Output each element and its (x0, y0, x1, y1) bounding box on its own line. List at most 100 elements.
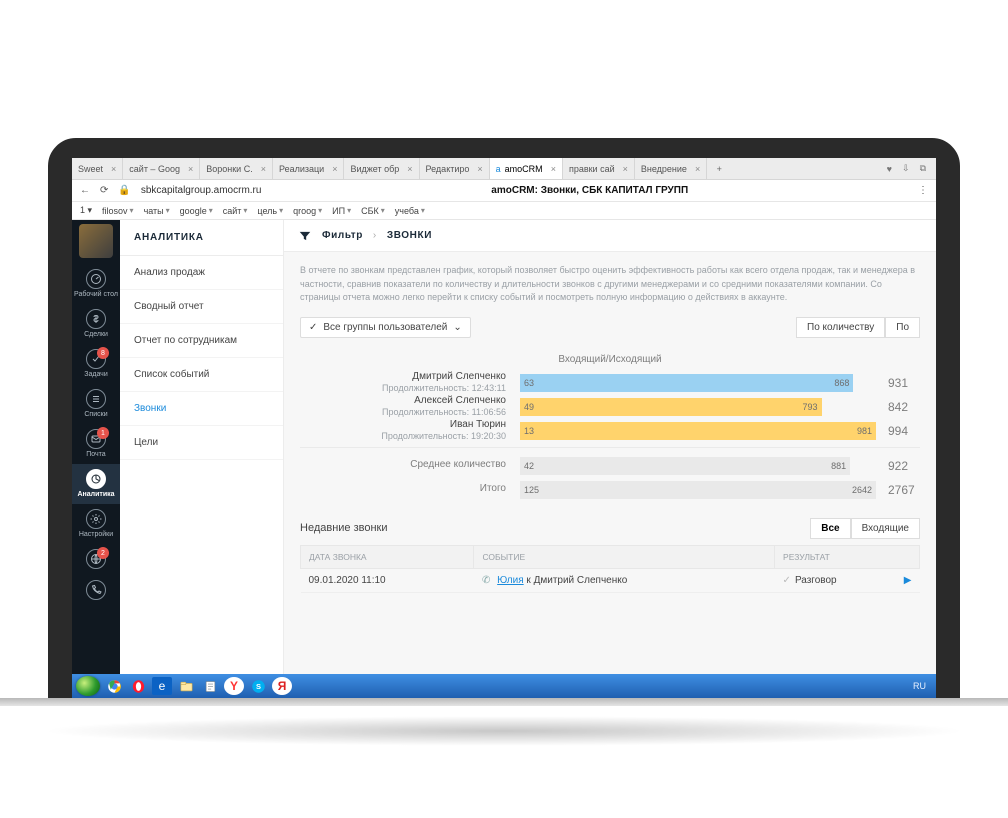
rail-analytics[interactable]: Аналитика (72, 464, 120, 504)
filter-label[interactable]: Фильтр (322, 230, 363, 241)
subnav-item[interactable]: Отчет по сотрудникам (120, 324, 283, 358)
bookmark-item[interactable]: СБК▾ (361, 206, 385, 216)
chart-row: Алексей СлепченкоПродолжительность: 11:0… (300, 395, 920, 419)
close-icon[interactable]: × (477, 164, 482, 174)
yandex-icon[interactable]: Y (224, 677, 244, 695)
tab-4[interactable]: Виджет обр× (344, 158, 419, 179)
section-title: ЗВОНКИ (387, 230, 432, 241)
report-description: В отчете по звонкам представлен график, … (284, 252, 936, 313)
bookmark-item[interactable]: чаты▾ (144, 206, 170, 216)
recent-calls-title: Недавние звонки (300, 522, 388, 534)
skype-icon[interactable]: S (248, 677, 268, 695)
bookmark-count[interactable]: 1 ▾ (80, 205, 92, 216)
opera-icon[interactable] (128, 677, 148, 695)
app-rail: Рабочий стол Сделки 8 Задачи Списки (72, 220, 120, 674)
tab-0[interactable]: Sweet× (72, 158, 123, 179)
tab-all[interactable]: Все (810, 518, 850, 539)
subnav-item[interactable]: Список событий (120, 358, 283, 392)
play-icon[interactable]: ▶ (904, 575, 912, 586)
col-event[interactable]: СОБЫТИЕ (474, 545, 775, 568)
caller-link[interactable]: Юлия (497, 575, 524, 586)
bookmark-item[interactable]: цель▾ (257, 206, 283, 216)
tab-3[interactable]: Реализаци× (273, 158, 344, 179)
notes-icon[interactable] (200, 677, 220, 695)
windows-taskbar: e Y S Я RU (72, 674, 936, 698)
bookmark-item[interactable]: filosov▾ (102, 206, 134, 216)
subnav-item[interactable]: Анализ продаж (120, 256, 283, 290)
bookmark-item[interactable]: сайт▾ (223, 206, 248, 216)
group-select[interactable]: ✓ Все группы пользователей ⌄ (300, 317, 471, 338)
notification-badge: 2 (97, 547, 109, 559)
new-tab-button[interactable]: + (707, 158, 731, 179)
cell-event: ✆ Юлия к Дмитрий Слепченко (474, 568, 775, 592)
subnav-item[interactable]: Цели (120, 426, 283, 460)
subnav-item[interactable]: Сводный отчет (120, 290, 283, 324)
explorer-icon[interactable] (176, 677, 196, 695)
sidebar-icon[interactable]: ⧉ (920, 163, 926, 174)
edge-icon[interactable]: e (152, 677, 172, 695)
tab-incoming[interactable]: Входящие (851, 518, 920, 539)
tab-7[interactable]: правки сай× (563, 158, 635, 179)
downloads-icon[interactable]: ⇩ (902, 163, 910, 174)
chart-title: Входящий/Исходящий (300, 354, 920, 365)
col-date[interactable]: ДАТА ЗВОНКА (301, 545, 474, 568)
rail-tasks[interactable]: 8 Задачи (72, 344, 120, 384)
avatar[interactable] (79, 224, 113, 258)
close-icon[interactable]: × (332, 164, 337, 174)
close-icon[interactable]: × (623, 164, 628, 174)
tab-6-active[interactable]: aamoCRM× (490, 158, 563, 179)
chart-row: Иван ТюринПродолжительность: 19:20:30 13… (300, 419, 920, 443)
row-total: 994 (882, 424, 920, 438)
chevron-down-icon: ⌄ (453, 322, 461, 333)
by-other-button[interactable]: По (885, 317, 920, 338)
menu-icon[interactable]: ⋮ (918, 185, 928, 196)
calls-chart: Входящий/Исходящий Дмитрий СлепченкоПрод… (284, 348, 936, 512)
bookmark-item[interactable]: учеба▾ (395, 206, 425, 216)
yandex2-icon[interactable]: Я (272, 677, 292, 695)
rail-desk[interactable]: Рабочий стол (72, 264, 120, 304)
close-icon[interactable]: × (551, 164, 556, 174)
table-row[interactable]: 09.01.2020 11:10 ✆ Юлия к Дмитрий Слепче… (301, 568, 920, 592)
col-result[interactable]: РЕЗУЛЬТАТ (775, 545, 920, 568)
chrome-icon[interactable] (104, 677, 124, 695)
close-icon[interactable]: × (111, 164, 116, 174)
tab-8[interactable]: Внедрение× (635, 158, 707, 179)
reload-button[interactable]: ⟳ (100, 185, 108, 196)
close-icon[interactable]: × (188, 164, 193, 174)
bar-segment[interactable]: 13981 (520, 422, 876, 440)
start-button[interactable] (76, 676, 100, 696)
tab-5[interactable]: Редактиро× (420, 158, 490, 179)
bar-segment[interactable]: 63868 (520, 374, 853, 392)
rail-lists[interactable]: Списки (72, 384, 120, 424)
bookmark-item[interactable]: google▾ (180, 206, 213, 216)
funnel-icon[interactable] (298, 229, 312, 243)
bar-segment[interactable]: 49793 (520, 398, 822, 416)
favorites-icon[interactable]: ♥ (887, 164, 892, 174)
close-icon[interactable]: × (695, 164, 700, 174)
rail-extra-1[interactable]: 2 (72, 544, 120, 575)
chart-icon (86, 469, 106, 489)
bar-segment[interactable]: 1252642 (520, 481, 876, 499)
url-text[interactable]: sbkcapitalgroup.amocrm.ru (141, 185, 262, 196)
language-indicator[interactable]: RU (913, 681, 932, 691)
rail-mail[interactable]: 1 Почта (72, 424, 120, 464)
row-total: 2767 (882, 483, 920, 497)
tab-2[interactable]: Воронки С.× (200, 158, 273, 179)
chart-summary-row: Итого 1252642 2767 (300, 478, 920, 502)
close-icon[interactable]: × (261, 164, 266, 174)
back-button[interactable]: ← (80, 185, 90, 196)
filter-bar: Фильтр › ЗВОНКИ (284, 220, 936, 252)
bookmarks-bar: 1 ▾ filosov▾ чаты▾ google▾ сайт▾ цель▾ q… (72, 202, 936, 220)
subnav-item-active[interactable]: Звонки (120, 392, 283, 426)
recent-calls-table: ДАТА ЗВОНКА СОБЫТИЕ РЕЗУЛЬТАТ 09.01.2020… (300, 545, 920, 593)
phone-icon: ✆ (482, 575, 490, 586)
rail-deals[interactable]: Сделки (72, 304, 120, 344)
tab-1[interactable]: сайт – Goog× (123, 158, 200, 179)
bar-segment[interactable]: 42881 (520, 457, 850, 475)
rail-settings[interactable]: Настройки (72, 504, 120, 544)
bookmark-item[interactable]: ИП▾ (332, 206, 351, 216)
close-icon[interactable]: × (407, 164, 412, 174)
rail-extra-2[interactable] (72, 575, 120, 606)
by-count-button[interactable]: По количеству (796, 317, 885, 338)
bookmark-item[interactable]: qroog▾ (293, 206, 322, 216)
